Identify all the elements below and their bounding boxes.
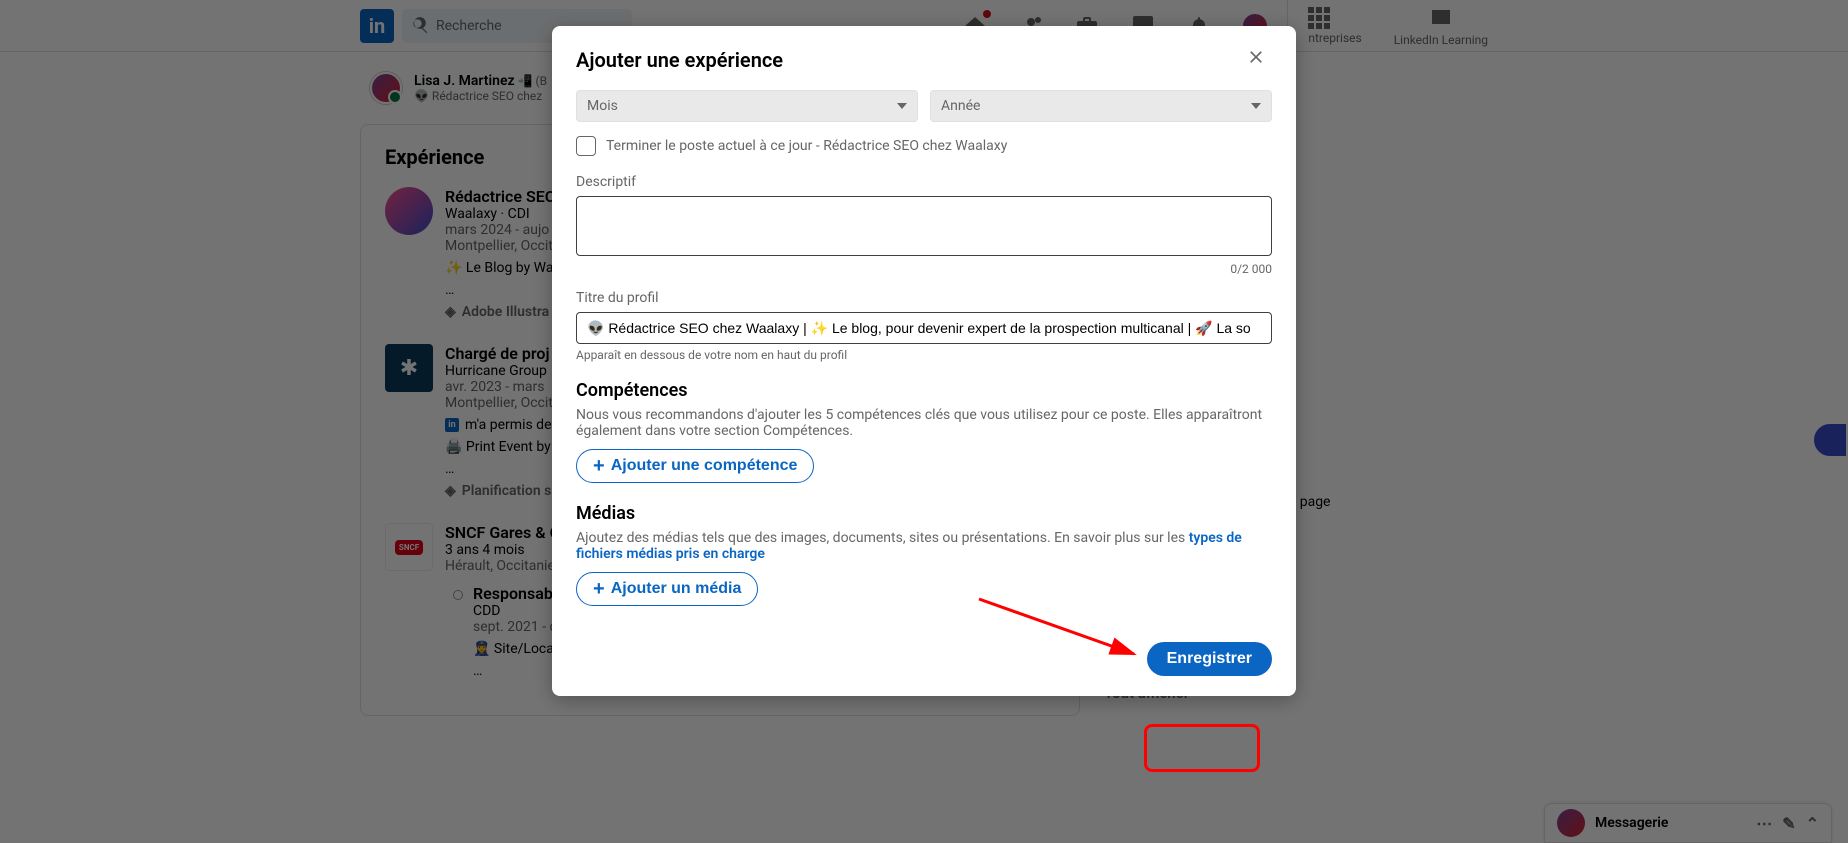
add-media-button[interactable]: +Ajouter un média xyxy=(576,572,758,606)
plus-icon: + xyxy=(593,579,605,599)
description-textarea[interactable] xyxy=(576,196,1272,256)
profile-title-label: Titre du profil xyxy=(576,290,1272,306)
close-icon xyxy=(1246,47,1266,67)
save-button[interactable]: Enregistrer xyxy=(1147,642,1272,676)
media-description: Ajoutez des médias tels que des images, … xyxy=(576,530,1272,562)
description-label: Descriptif xyxy=(576,174,1272,190)
add-skill-button[interactable]: +Ajouter une compétence xyxy=(576,449,814,483)
skills-description: Nous vous recommandons d'ajouter les 5 c… xyxy=(576,407,1272,439)
char-count: 0/2 000 xyxy=(576,262,1272,276)
chevron-down-icon xyxy=(1251,103,1261,109)
checkbox-label: Terminer le poste actuel à ce jour - Réd… xyxy=(606,138,1007,154)
profile-title-input[interactable] xyxy=(576,312,1272,344)
add-experience-modal: Ajouter une expérience Mois Année Termin… xyxy=(552,26,1296,696)
year-select[interactable]: Année xyxy=(930,90,1272,122)
profile-title-help: Apparaît en dessous de votre nom en haut… xyxy=(576,348,1272,362)
plus-icon: + xyxy=(593,456,605,476)
skills-heading: Compétences xyxy=(576,380,1272,401)
media-heading: Médias xyxy=(576,503,1272,524)
close-button[interactable] xyxy=(1240,44,1272,76)
chevron-down-icon xyxy=(897,103,907,109)
month-select[interactable]: Mois xyxy=(576,90,918,122)
modal-title: Ajouter une expérience xyxy=(576,48,1240,72)
end-current-checkbox[interactable] xyxy=(576,136,596,156)
